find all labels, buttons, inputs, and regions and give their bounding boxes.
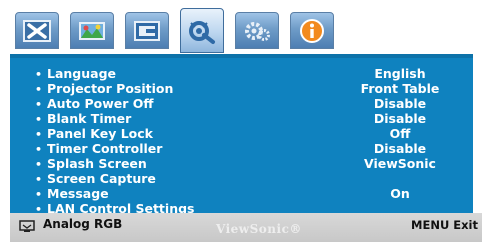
menu-item-screen-capture[interactable]: • Screen Capture xyxy=(10,171,473,186)
menu-item-message[interactable]: • Message On xyxy=(10,186,473,201)
menu-item-timer-controller[interactable]: • Timer Controller Disable xyxy=(10,141,473,156)
display-icon xyxy=(134,20,160,41)
menu-item-label: Projector Position xyxy=(47,81,174,96)
menu-item-label: Panel Key Lock xyxy=(47,126,153,141)
brand-logo: ViewSonic® xyxy=(216,222,302,236)
menu-item-panel-key-lock[interactable]: • Panel Key Lock Off xyxy=(10,126,473,141)
menu-item-splash-screen[interactable]: • Splash Screen ViewSonic xyxy=(10,156,473,171)
menu-item-value[interactable]: Disable xyxy=(328,111,472,126)
menu-item-value[interactable]: Disable xyxy=(328,96,472,111)
menu-item-value[interactable]: On xyxy=(328,186,472,201)
menu-item-label: Splash Screen xyxy=(47,156,147,171)
menu-tab-bar xyxy=(0,0,482,58)
menu-item-label: Language xyxy=(47,66,117,81)
menu-item-projector-position[interactable]: • Projector Position Front Table xyxy=(10,81,473,96)
input-source-icon xyxy=(19,220,35,232)
tab-color[interactable] xyxy=(70,12,114,49)
bullet-icon: • xyxy=(35,83,43,96)
menu-exit-hint: MENU Exit xyxy=(411,218,478,232)
status-bar: Analog RGB ViewSonic® MENU Exit xyxy=(10,213,482,242)
menu-item-label: Blank Timer xyxy=(47,111,132,126)
bullet-icon: • xyxy=(35,188,43,201)
tab-display[interactable] xyxy=(125,12,169,49)
menu-item-auto-power-off[interactable]: • Auto Power Off Disable xyxy=(10,96,473,111)
menu-item-blank-timer[interactable]: • Blank Timer Disable xyxy=(10,111,473,126)
tab-advanced[interactable] xyxy=(235,12,279,49)
bullet-icon: • xyxy=(35,113,43,126)
tab-information[interactable] xyxy=(290,12,334,49)
bullet-icon: • xyxy=(35,158,43,171)
bullet-icon: • xyxy=(35,173,43,186)
bullet-icon: • xyxy=(35,128,43,141)
color-icon xyxy=(79,21,105,40)
tab-picture[interactable] xyxy=(15,12,59,49)
advanced-icon xyxy=(245,21,270,41)
bullet-icon: • xyxy=(35,68,43,81)
menu-item-label: Screen Capture xyxy=(47,171,156,186)
menu-item-value[interactable]: Front Table xyxy=(328,81,472,96)
menu-item-value[interactable]: Off xyxy=(328,126,472,141)
menu-item-value[interactable]: ViewSonic xyxy=(328,156,472,171)
menu-item-label: Timer Controller xyxy=(47,141,163,156)
menu-item-value[interactable]: Disable xyxy=(328,141,472,156)
picture-icon xyxy=(23,19,51,42)
information-icon xyxy=(300,18,324,43)
bullet-icon: • xyxy=(35,143,43,156)
bullet-icon: • xyxy=(35,98,43,111)
menu-item-language[interactable]: • Language English xyxy=(10,66,473,81)
tab-setup[interactable] xyxy=(180,8,224,53)
input-source-label: Analog RGB xyxy=(43,217,123,231)
setup-icon xyxy=(189,20,215,44)
setup-menu-panel: • Language English • Projector Position … xyxy=(10,54,473,216)
menu-item-label: Message xyxy=(47,186,109,201)
menu-item-label: Auto Power Off xyxy=(47,96,154,111)
menu-item-value[interactable]: English xyxy=(328,66,472,81)
